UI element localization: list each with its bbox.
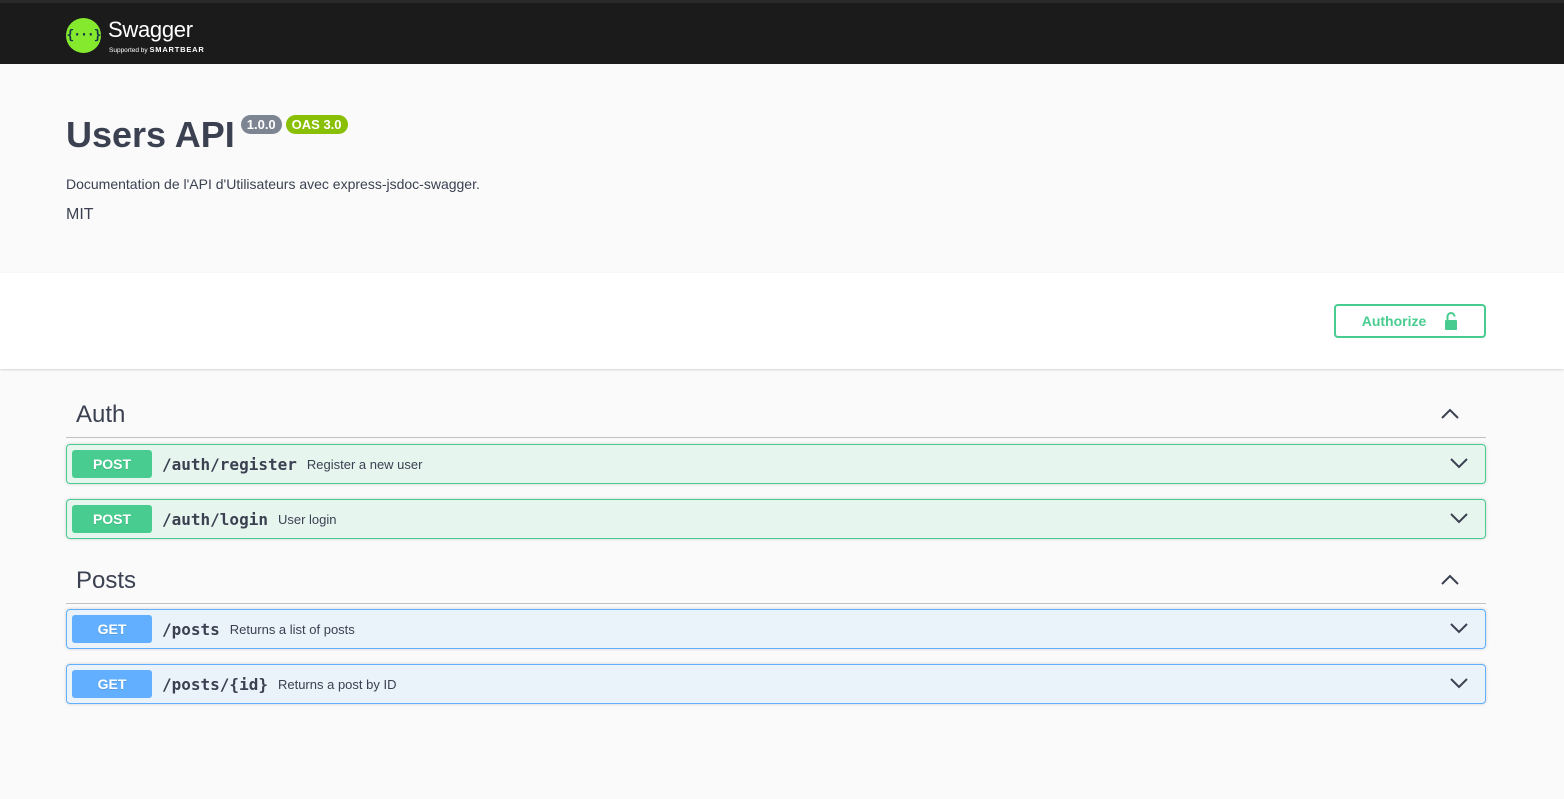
- operation-path: /posts/{id}: [162, 674, 268, 694]
- lock-icon: [1445, 312, 1458, 330]
- operation-path: /posts: [162, 619, 220, 639]
- brand-name: Swagger: [108, 17, 193, 42]
- operation-post-auth-login[interactable]: POST /auth/login User login: [66, 499, 1486, 539]
- operation-summary: Returns a list of posts: [229, 621, 355, 637]
- operation-summary: Returns a post by ID: [277, 676, 397, 692]
- authorize-button[interactable]: Authorize: [1334, 304, 1486, 338]
- tag-section-auth[interactable]: Auth: [66, 390, 1486, 438]
- authorize-label: Authorize: [1361, 313, 1427, 329]
- oas-badge: OAS 3.0: [285, 115, 348, 134]
- method-badge: GET: [72, 670, 152, 698]
- operation-get-post-by-id[interactable]: GET /posts/{id} Returns a post by ID: [66, 664, 1486, 704]
- method-badge: GET: [72, 615, 152, 643]
- chevron-down-icon[interactable]: [1449, 621, 1469, 635]
- chevron-down-icon[interactable]: [1449, 676, 1469, 690]
- brand-text: Swagger Supported by SMARTBEAR: [108, 15, 218, 55]
- topbar: {···} Swagger Supported by SMARTBEAR: [0, 0, 1564, 64]
- swagger-logo-icon: {···}: [66, 17, 102, 53]
- operation-summary: User login: [277, 511, 337, 527]
- operation-get-posts[interactable]: GET /posts Returns a list of posts: [66, 609, 1486, 649]
- chevron-up-icon[interactable]: [1440, 572, 1460, 586]
- version-badge: 1.0.0: [240, 115, 282, 134]
- api-title: Users API: [66, 114, 235, 155]
- chevron-down-icon[interactable]: [1449, 456, 1469, 470]
- method-badge: POST: [72, 450, 152, 478]
- brand-subtitle: Supported by SMARTBEAR: [109, 45, 205, 54]
- swagger-brand-link[interactable]: {···} Swagger Supported by SMARTBEAR: [66, 15, 218, 55]
- operation-post-auth-register[interactable]: POST /auth/register Register a new user: [66, 444, 1486, 484]
- brand-sub-prefix: Supported by: [109, 47, 148, 54]
- operation-path: /auth/register: [162, 454, 297, 474]
- brand-sub-company: SMARTBEAR: [149, 45, 205, 54]
- chevron-up-icon[interactable]: [1440, 406, 1460, 420]
- operation-path: /auth/login: [162, 509, 268, 529]
- api-info: Users API 1.0.0 OAS 3.0 Documentation de…: [0, 64, 1564, 273]
- tag-section-posts[interactable]: Posts: [66, 556, 1486, 604]
- api-description: Documentation de l'API d'Utilisateurs av…: [66, 176, 480, 192]
- method-badge: POST: [72, 505, 152, 533]
- tag-title-posts: Posts: [76, 567, 137, 594]
- scheme-container: Authorize: [0, 273, 1564, 369]
- operation-summary: Register a new user: [306, 456, 423, 472]
- page-title: Users API 1.0.0 OAS 3.0: [66, 114, 348, 156]
- license-link[interactable]: MIT: [66, 206, 94, 224]
- tag-title-auth: Auth: [76, 401, 126, 428]
- chevron-down-icon[interactable]: [1449, 511, 1469, 525]
